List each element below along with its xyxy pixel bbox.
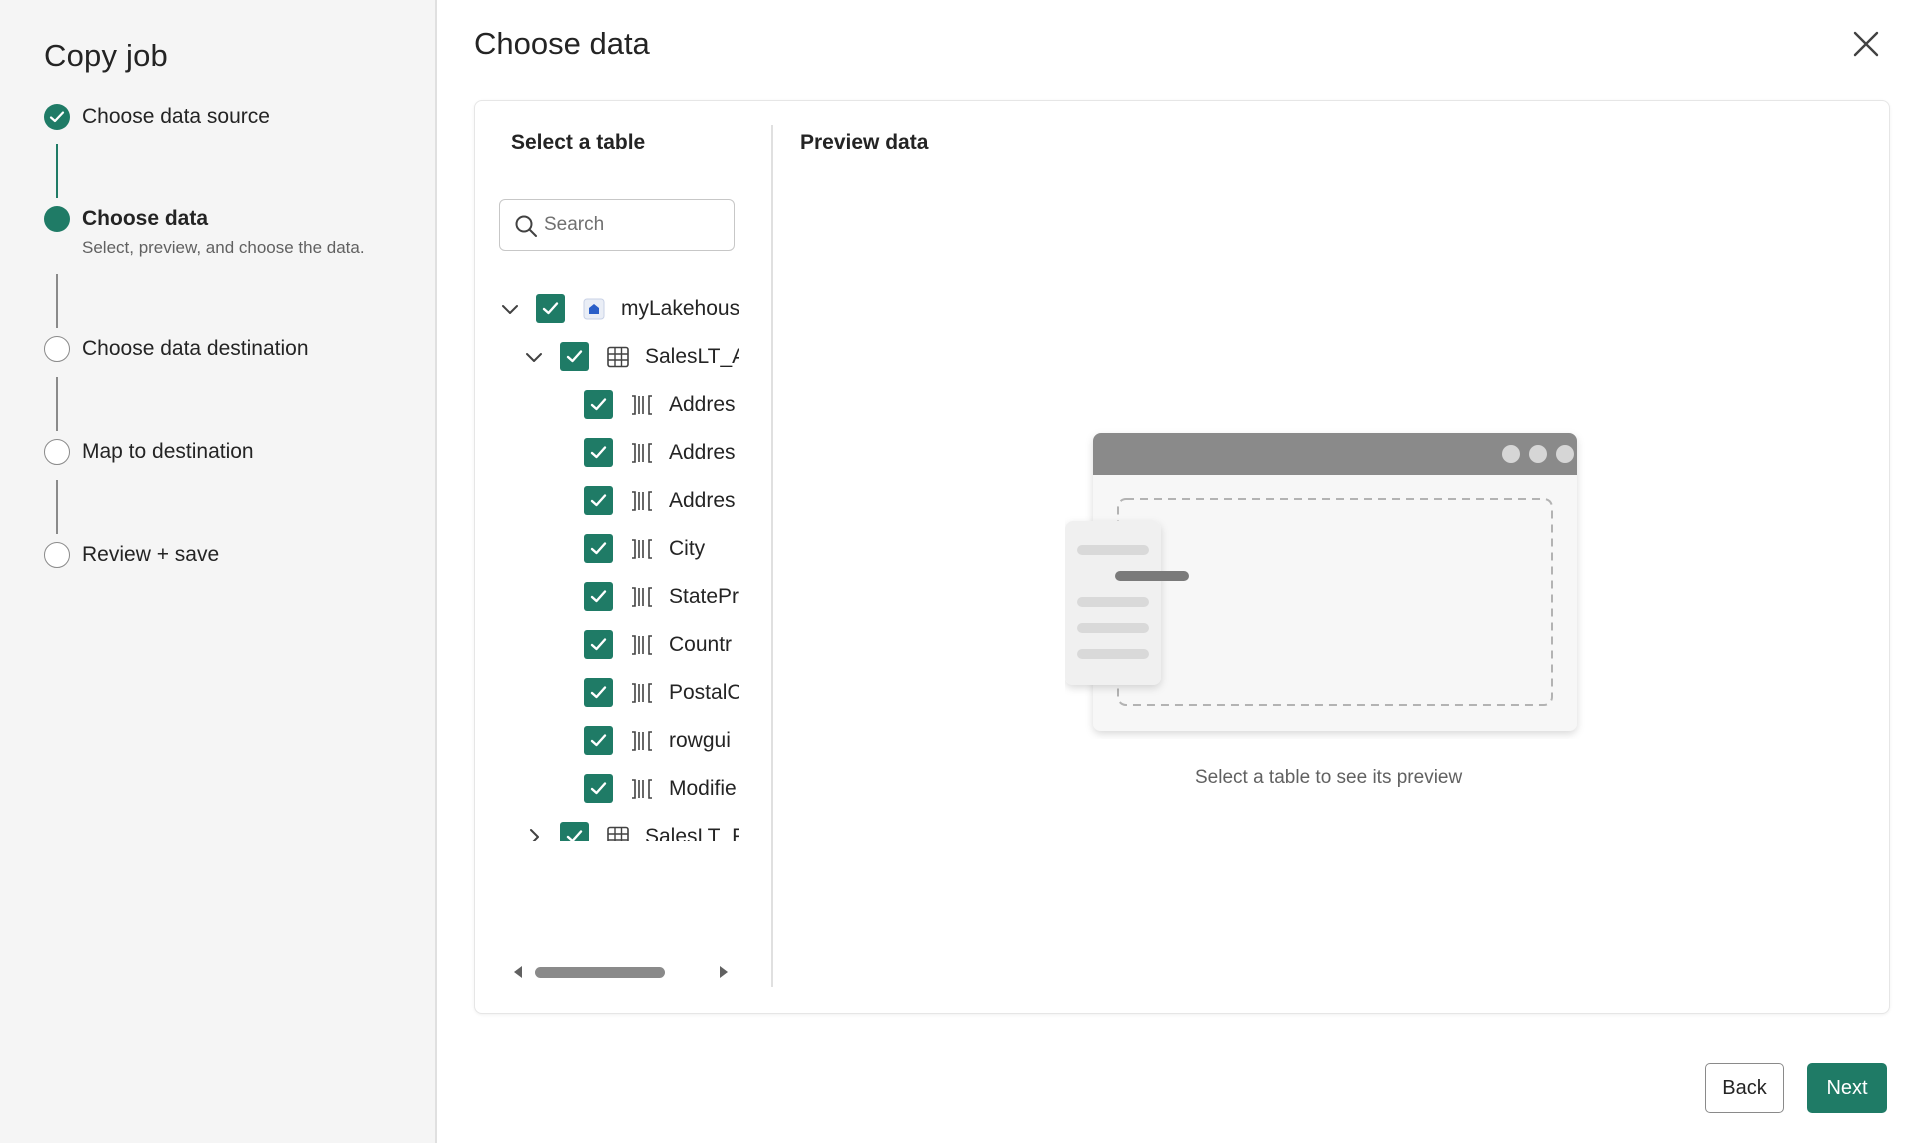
- column-icon: [630, 538, 654, 560]
- row-label: PostalC: [669, 681, 739, 704]
- tree-row-lakehouse[interactable]: myLakehous: [475, 289, 739, 329]
- search-input[interactable]: [544, 210, 724, 240]
- tree-row-table[interactable]: SalesLT_A: [475, 337, 739, 377]
- step-pending-circle-icon: [44, 336, 70, 362]
- table-grid-icon: [606, 826, 630, 841]
- tree-row-column[interactable]: Countr: [475, 625, 739, 665]
- step-description: Select, preview, and choose the data.: [82, 238, 365, 257]
- row-label: rowgui: [669, 729, 731, 752]
- column-icon: [630, 778, 654, 800]
- row-label: Addres: [669, 393, 736, 416]
- step-pending-circle-icon: [44, 439, 70, 465]
- row-label: StatePr: [669, 585, 739, 608]
- choose-data-panel: Select a table myLakehous: [474, 100, 1890, 1014]
- row-checkbox[interactable]: [584, 534, 613, 563]
- step-label: Choose data: [82, 207, 209, 230]
- row-checkbox[interactable]: [536, 294, 565, 323]
- column-icon: [630, 682, 654, 704]
- pane-divider: [771, 125, 773, 987]
- row-checkbox[interactable]: [560, 822, 589, 841]
- column-icon: [630, 586, 654, 608]
- row-label: City: [669, 537, 706, 560]
- close-icon[interactable]: [1848, 26, 1884, 62]
- tree-row-column[interactable]: PostalC: [475, 673, 739, 713]
- tree-row-column[interactable]: Modifie: [475, 769, 739, 809]
- column-icon: [630, 634, 654, 656]
- tree-row-column[interactable]: rowgui: [475, 721, 739, 761]
- row-checkbox[interactable]: [584, 582, 613, 611]
- table-selector-pane: Select a table myLakehous: [475, 101, 772, 1013]
- row-checkbox[interactable]: [584, 678, 613, 707]
- preview-data-title: Preview data: [800, 131, 929, 154]
- scroll-right-arrow-icon[interactable]: [717, 965, 731, 979]
- column-icon: [630, 394, 654, 416]
- row-label: SalesLT_A: [645, 345, 739, 368]
- step-complete-check-icon: [44, 104, 70, 130]
- chevron-down-icon[interactable]: [498, 297, 522, 321]
- row-checkbox[interactable]: [560, 342, 589, 371]
- tree-row-column[interactable]: Addres: [475, 385, 739, 425]
- step-connector: [56, 480, 58, 534]
- row-label: SalesLT_Pr: [645, 825, 739, 841]
- tree-row-table[interactable]: SalesLT_Pr: [475, 817, 739, 841]
- row-checkbox[interactable]: [584, 438, 613, 467]
- chevron-down-icon[interactable]: [522, 345, 546, 369]
- step-label: Choose data destination: [82, 337, 309, 360]
- row-label: Addres: [669, 441, 736, 464]
- row-label: Modifie: [669, 777, 737, 800]
- step-connector: [56, 144, 58, 198]
- table-grid-icon: [606, 346, 630, 368]
- tree-row-column[interactable]: Addres: [475, 433, 739, 473]
- scroll-left-arrow-icon[interactable]: [511, 965, 525, 979]
- step-current-dot-icon: [44, 206, 70, 232]
- column-icon: [630, 490, 654, 512]
- row-label: myLakehous: [621, 297, 739, 320]
- next-button[interactable]: Next: [1807, 1063, 1887, 1113]
- back-button[interactable]: Back: [1705, 1063, 1784, 1113]
- row-label: Addres: [669, 489, 736, 512]
- horizontal-scrollbar[interactable]: [511, 963, 731, 981]
- table-tree[interactable]: myLakehous SalesLT_A Addres Addres Addre…: [475, 261, 739, 841]
- search-icon: [515, 215, 537, 237]
- empty-preview-illustration: [1065, 419, 1585, 739]
- tree-row-column[interactable]: Addres: [475, 481, 739, 521]
- step-label: Choose data source: [82, 105, 270, 128]
- step-label: Map to destination: [82, 440, 254, 463]
- page-title: Choose data: [474, 26, 650, 61]
- sidebar-title: Copy job: [44, 38, 168, 73]
- select-table-title: Select a table: [511, 131, 646, 154]
- step-connector: [56, 274, 58, 328]
- preview-hint-text: Select a table to see its preview: [1195, 767, 1463, 788]
- step-connector: [56, 377, 58, 431]
- column-icon: [630, 730, 654, 752]
- row-checkbox[interactable]: [584, 726, 613, 755]
- row-checkbox[interactable]: [584, 774, 613, 803]
- scrollbar-thumb[interactable]: [535, 967, 665, 978]
- tree-row-column[interactable]: City: [475, 529, 739, 569]
- row-checkbox[interactable]: [584, 390, 613, 419]
- row-checkbox[interactable]: [584, 630, 613, 659]
- wizard-sidebar: Copy job Choose data source Choose data …: [0, 0, 437, 1143]
- chevron-right-icon[interactable]: [522, 825, 546, 841]
- step-label: Review + save: [82, 543, 220, 566]
- tree-row-column[interactable]: StatePr: [475, 577, 739, 617]
- step-pending-circle-icon: [44, 542, 70, 568]
- search-box[interactable]: [499, 199, 735, 251]
- lakehouse-icon: [582, 298, 606, 320]
- column-icon: [630, 442, 654, 464]
- row-label: Countr: [669, 633, 733, 656]
- row-checkbox[interactable]: [584, 486, 613, 515]
